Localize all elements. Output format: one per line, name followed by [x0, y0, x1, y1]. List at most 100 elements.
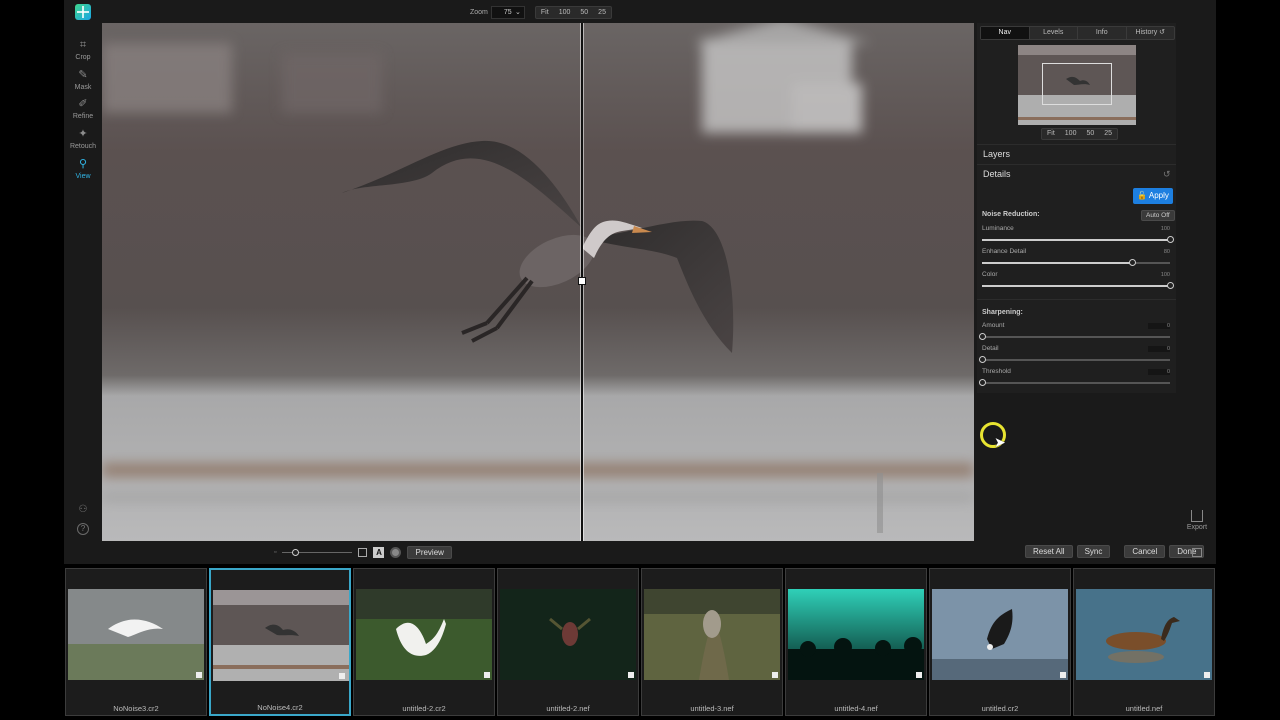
enhance-detail-slider[interactable] [982, 259, 1170, 266]
panel-toggle-icon[interactable] [1192, 548, 1202, 557]
film-thumb-name: untitled-2.nef [546, 704, 590, 713]
right-panel: Nav Levels Info History ↺ Fit 100 50 25 [977, 23, 1176, 393]
tool-view-label: View [75, 173, 91, 180]
single-view-icon[interactable] [358, 547, 368, 557]
zoom-select[interactable]: 75 ⌄ [490, 5, 525, 19]
enhance-detail-label: Enhance Detail [982, 248, 1027, 255]
thumb-badge-icon [1204, 672, 1210, 678]
detail-slider[interactable] [979, 356, 1170, 363]
history-undo-icon: ↺ [1159, 29, 1166, 36]
enhance-detail-knob[interactable] [1129, 259, 1137, 266]
thumb-badge-icon [339, 673, 345, 679]
export-label: Export [1186, 524, 1208, 531]
luminance-knob[interactable] [1167, 236, 1174, 243]
thumb-badge-icon [484, 672, 490, 678]
image-canvas[interactable] [102, 23, 974, 541]
navigator-thumbnail[interactable] [1018, 45, 1136, 125]
zoom-50-button[interactable]: 50 [575, 7, 593, 18]
film-thumb-2[interactable]: NoNoise4.cr2 [209, 568, 351, 716]
slider-knob[interactable] [292, 548, 300, 556]
zoom-100-button[interactable]: 100 [554, 7, 576, 18]
film-thumb-1[interactable]: NoNoise3.cr2 [65, 568, 207, 716]
color-knob[interactable] [1167, 282, 1174, 289]
amount-slider[interactable] [979, 333, 1170, 340]
nav-50-button[interactable]: 50 [1081, 129, 1099, 139]
enhance-detail-value[interactable]: 80 [1148, 249, 1170, 255]
color-fill [982, 285, 1170, 287]
navigator-viewport-rect[interactable] [1042, 63, 1112, 105]
color-slider[interactable] [982, 282, 1174, 289]
action-buttons: Reset All Sync Cancel Done [1025, 545, 1205, 558]
divider [977, 144, 1176, 145]
reset-icon[interactable]: ↺ [1163, 169, 1171, 180]
compare-a-button[interactable]: A [373, 546, 385, 558]
film-thumb-5[interactable]: untitled-3.nef [641, 568, 783, 716]
user-settings-icon[interactable]: ⚇ [77, 504, 89, 516]
color-label: Color [982, 271, 998, 278]
nav-100-button[interactable]: 100 [1060, 129, 1082, 139]
threshold-value[interactable]: 0 [1148, 369, 1170, 375]
luminance-slider[interactable] [982, 236, 1174, 243]
export-icon [1191, 510, 1203, 522]
refine-icon: ✐ [78, 98, 88, 110]
film-thumb-name: untitled-2.cr2 [402, 704, 446, 713]
color-value[interactable]: 100 [1148, 272, 1170, 278]
mask-view-icon[interactable] [390, 546, 402, 558]
luminance-value[interactable]: 100 [1148, 226, 1170, 232]
tool-refine-label: Refine [72, 113, 94, 120]
thumbnail-size-slider[interactable] [282, 548, 353, 556]
view-icon: ⚲ [78, 158, 88, 170]
sync-button[interactable]: Sync [1076, 545, 1111, 558]
tab-history[interactable]: History ↺ [1127, 27, 1175, 39]
export-button[interactable]: Export [1180, 510, 1214, 531]
luminance-fill [982, 239, 1170, 241]
tool-retouch[interactable]: ✦ Retouch [64, 127, 102, 150]
thumb-badge-icon [196, 672, 202, 678]
apply-button[interactable]: 🔓 Apply [1133, 188, 1173, 204]
tool-retouch-label: Retouch [69, 143, 97, 150]
tool-refine[interactable]: ✐ Refine [64, 97, 102, 120]
zoom-fit-button[interactable]: Fit [536, 7, 554, 18]
threshold-slider[interactable] [979, 379, 1170, 386]
thumb-badge-icon [1060, 672, 1066, 678]
preview-button[interactable]: Preview [407, 545, 452, 559]
tool-mask[interactable]: ✎ Mask [64, 68, 102, 91]
zoom-25-button[interactable]: 25 [593, 7, 611, 18]
nav-fit-button[interactable]: Fit [1042, 129, 1060, 139]
auto-off-button[interactable]: Auto Off [1141, 210, 1175, 221]
preview-controls: ▫ A Preview [274, 545, 452, 559]
tool-mask-label: Mask [74, 84, 92, 91]
tool-crop[interactable]: ⌗ Crop [64, 38, 102, 61]
thumb-image-concert [788, 589, 924, 680]
film-thumb-8[interactable]: untitled.nef [1073, 568, 1215, 716]
detail-knob[interactable] [979, 356, 986, 363]
detail-value[interactable]: 0 [1148, 346, 1170, 352]
layers-section-title[interactable]: Layers [983, 149, 1010, 159]
thumb-image-eagle [932, 589, 1068, 680]
threshold-knob[interactable] [979, 379, 986, 386]
film-thumb-4[interactable]: untitled-2.nef [497, 568, 639, 716]
details-section-title[interactable]: Details [983, 169, 1011, 179]
crop-icon: ⌗ [79, 39, 87, 51]
tab-levels[interactable]: Levels [1030, 27, 1078, 39]
amount-value[interactable]: 0 [1148, 323, 1170, 329]
help-icon[interactable]: ? [77, 523, 89, 535]
tab-info[interactable]: Info [1078, 27, 1127, 39]
film-thumb-3[interactable]: untitled-2.cr2 [353, 568, 495, 716]
tool-view[interactable]: ⚲ View [64, 157, 102, 180]
zoom-presets: Fit 100 50 25 [534, 5, 612, 19]
tab-nav[interactable]: Nav [981, 27, 1030, 39]
film-thumb-6[interactable]: untitled-4.nef [785, 568, 927, 716]
reset-all-button[interactable]: Reset All [1025, 545, 1073, 558]
film-thumb-name: untitled-3.nef [690, 704, 734, 713]
split-handle[interactable] [578, 277, 586, 285]
nav-25-button[interactable]: 25 [1099, 129, 1117, 139]
enhance-detail-fill [982, 262, 1133, 264]
navigator-zoom-presets: Fit 100 50 25 [1041, 128, 1119, 140]
amount-knob[interactable] [979, 333, 986, 340]
sharpening-title: Sharpening: [982, 309, 1023, 316]
film-thumb-name: untitled.nef [1125, 704, 1163, 713]
zoom-out-icon[interactable]: ▫ [274, 549, 276, 556]
cancel-button[interactable]: Cancel [1124, 545, 1166, 558]
film-thumb-7[interactable]: untitled.cr2 [929, 568, 1071, 716]
